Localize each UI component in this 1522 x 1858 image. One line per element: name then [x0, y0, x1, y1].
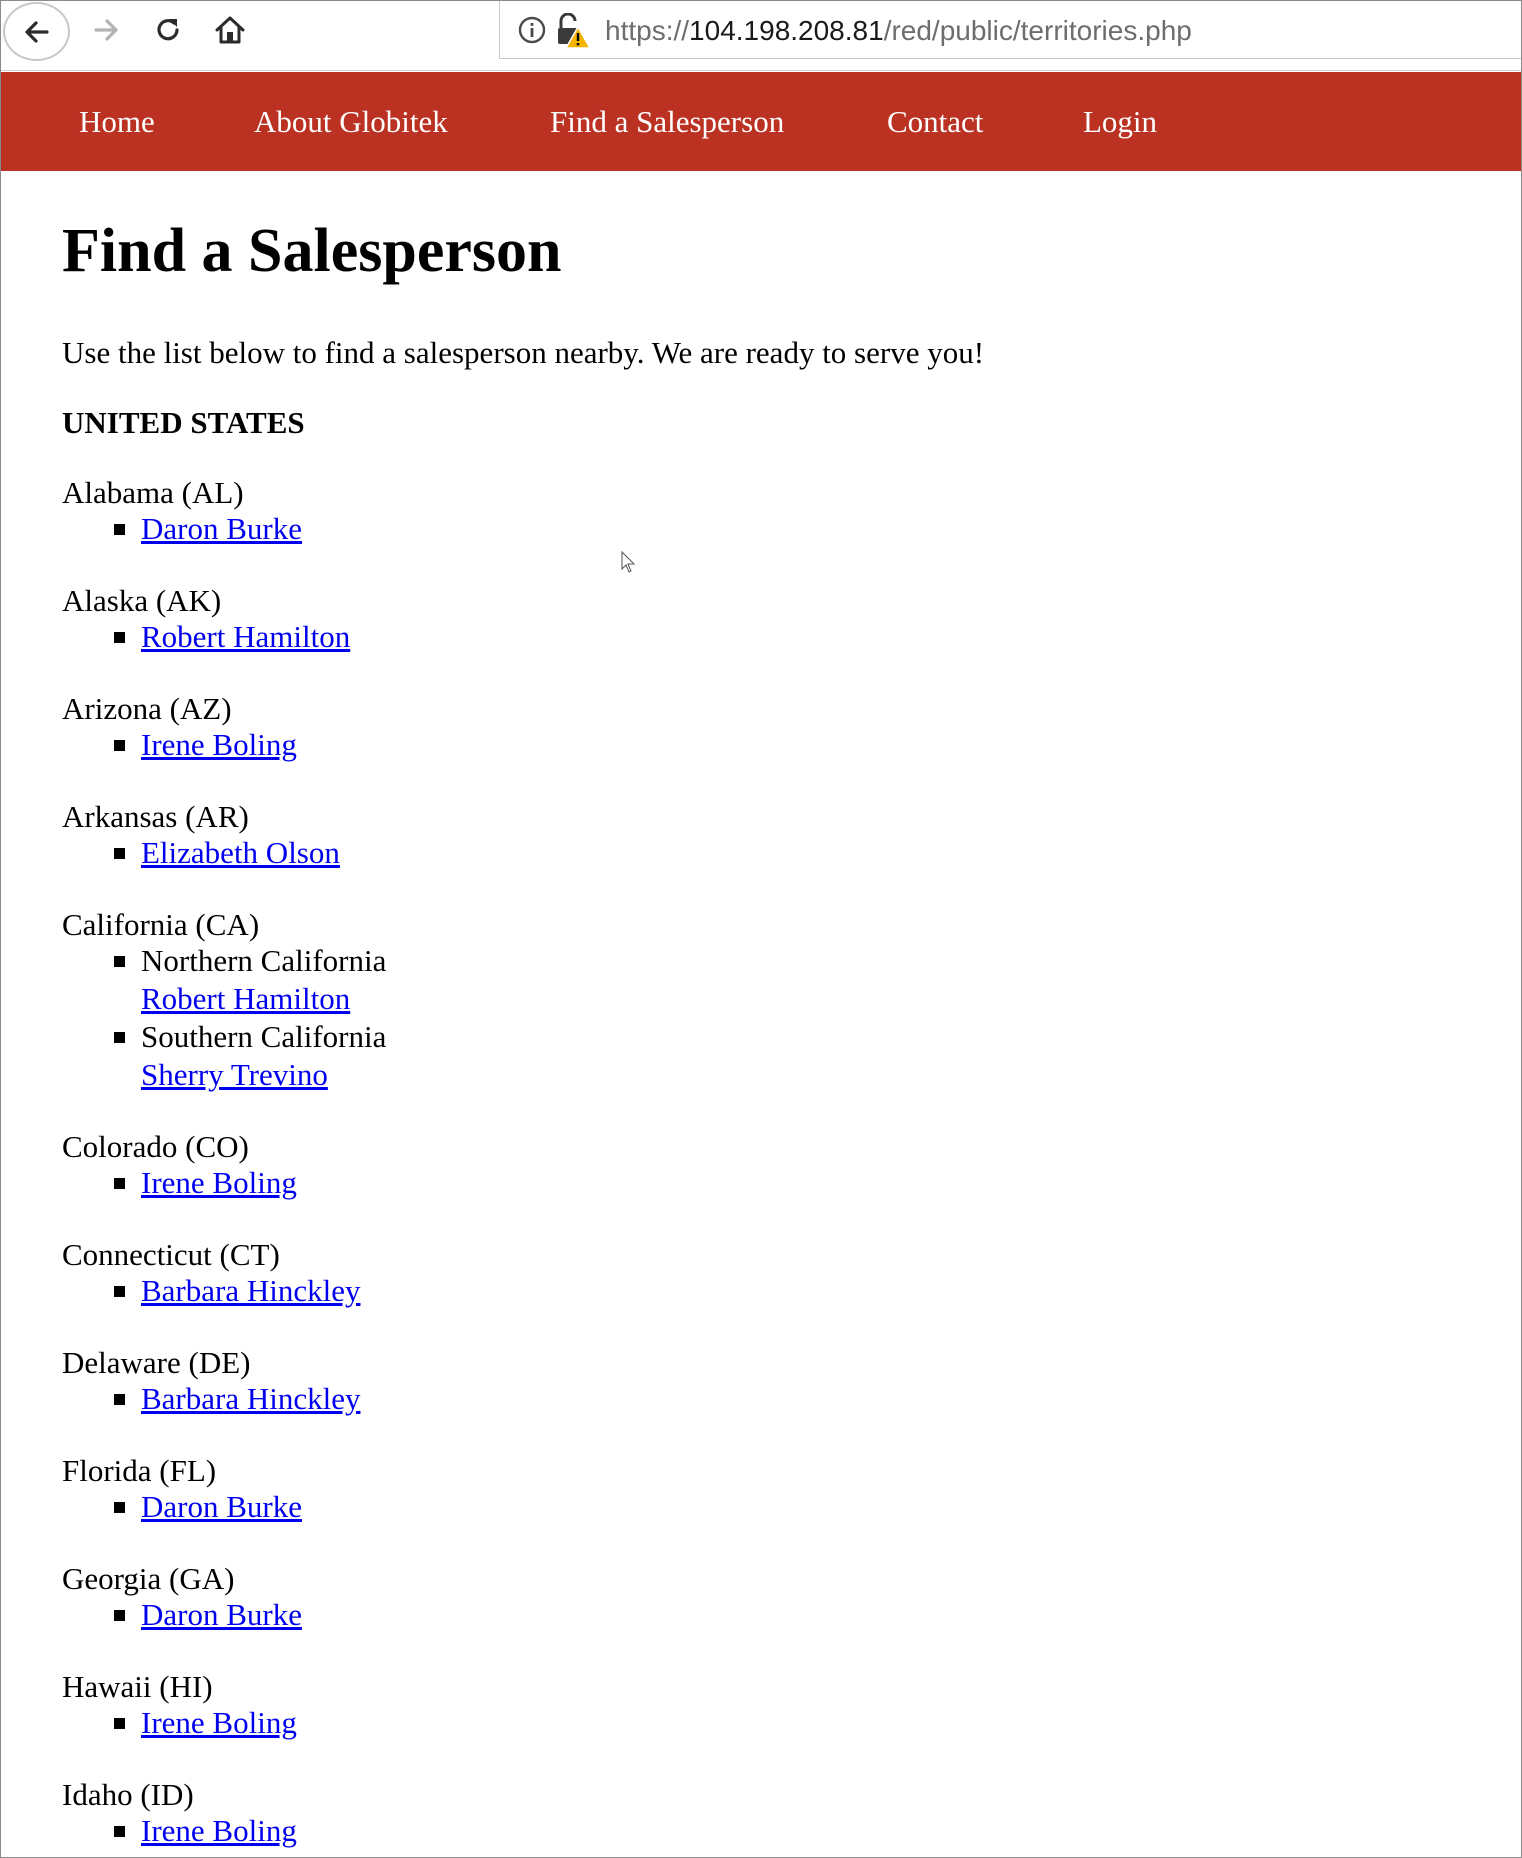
salesperson-link[interactable]: Irene Boling: [141, 1704, 297, 1742]
salesperson-link[interactable]: Daron Burke: [141, 1488, 302, 1526]
reload-button[interactable]: [139, 1, 197, 59]
house-icon: [215, 16, 245, 44]
reload-icon: [157, 19, 179, 41]
bullet-icon: [114, 1502, 125, 1513]
salesperson-link[interactable]: Daron Burke: [141, 1596, 302, 1634]
nav-login[interactable]: Login: [1083, 72, 1157, 171]
salesperson-link[interactable]: Daron Burke: [141, 510, 302, 548]
forward-button[interactable]: [77, 1, 135, 59]
salesperson-link[interactable]: Robert Hamilton: [141, 618, 350, 656]
bullet-icon: [114, 1032, 125, 1043]
bullet-icon: [114, 632, 125, 643]
state-name: Georgia (GA): [62, 1561, 235, 1596]
page-title: Find a Salesperson: [62, 217, 562, 285]
nav-contact[interactable]: Contact: [887, 72, 983, 171]
browser-window: https://104.198.208.81/red/public/territ…: [0, 0, 1522, 1858]
url-text[interactable]: https://104.198.208.81/red/public/territ…: [605, 13, 1192, 49]
bullet-icon: [114, 1718, 125, 1729]
salesperson-link[interactable]: Elizabeth Olson: [141, 834, 340, 872]
bullet-icon: [114, 848, 125, 859]
state-name: Connecticut (CT): [62, 1237, 280, 1272]
state-name: Alabama (AL): [62, 475, 244, 510]
salesperson-link[interactable]: Robert Hamilton: [141, 980, 350, 1018]
back-button[interactable]: [3, 2, 70, 61]
state-name: Colorado (CO): [62, 1129, 249, 1164]
bullet-icon: [114, 740, 125, 751]
salesperson-link[interactable]: Sherry Trevino: [141, 1056, 328, 1094]
state-name: Arizona (AZ): [62, 691, 232, 726]
region-label: Northern California: [141, 943, 387, 978]
intro-text: Use the list below to find a salesperson…: [62, 335, 985, 370]
browser-toolbar: https://104.198.208.81/red/public/territ…: [1, 1, 1521, 71]
bullet-icon: [114, 1610, 125, 1621]
site-nav: Home About Globitek Find a Salesperson C…: [1, 72, 1521, 171]
bullet-icon: [114, 1178, 125, 1189]
salesperson-link[interactable]: Barbara Hinckley: [141, 1380, 360, 1418]
state-name: Idaho (ID): [62, 1777, 194, 1812]
info-icon[interactable]: [518, 16, 546, 44]
bullet-icon: [114, 1826, 125, 1837]
state-name: Florida (FL): [62, 1453, 217, 1488]
salesperson-link[interactable]: Barbara Hinckley: [141, 1272, 360, 1310]
arrow-right-icon: [94, 19, 118, 41]
nav-find-salesperson[interactable]: Find a Salesperson: [550, 72, 784, 171]
salesperson-link[interactable]: Irene Boling: [141, 726, 297, 764]
state-name: Alaska (AK): [62, 583, 222, 618]
arrow-left-icon: [24, 20, 49, 43]
state-name: Delaware (DE): [62, 1345, 251, 1380]
bullet-icon: [114, 524, 125, 535]
bullet-icon: [114, 1286, 125, 1297]
region-label: Southern California: [141, 1019, 387, 1054]
insecure-lock-icon[interactable]: [557, 12, 592, 49]
state-name: Hawaii (HI): [62, 1669, 213, 1704]
home-button[interactable]: [201, 1, 259, 59]
url-path: /red/public/territories.php: [883, 15, 1192, 46]
bullet-icon: [114, 956, 125, 967]
salesperson-link[interactable]: Irene Boling: [141, 1164, 297, 1202]
url-scheme: https://: [605, 15, 690, 46]
state-name: Arkansas (AR): [62, 799, 249, 834]
nav-about[interactable]: About Globitek: [254, 72, 448, 171]
nav-home[interactable]: Home: [79, 72, 155, 171]
state-name: California (CA): [62, 907, 260, 942]
salesperson-link[interactable]: Irene Boling: [141, 1812, 297, 1850]
mouse-cursor-icon: [621, 551, 636, 573]
bullet-icon: [114, 1394, 125, 1405]
country-heading: UNITED STATES: [62, 405, 305, 440]
url-host: 104.198.208.81: [689, 15, 884, 46]
